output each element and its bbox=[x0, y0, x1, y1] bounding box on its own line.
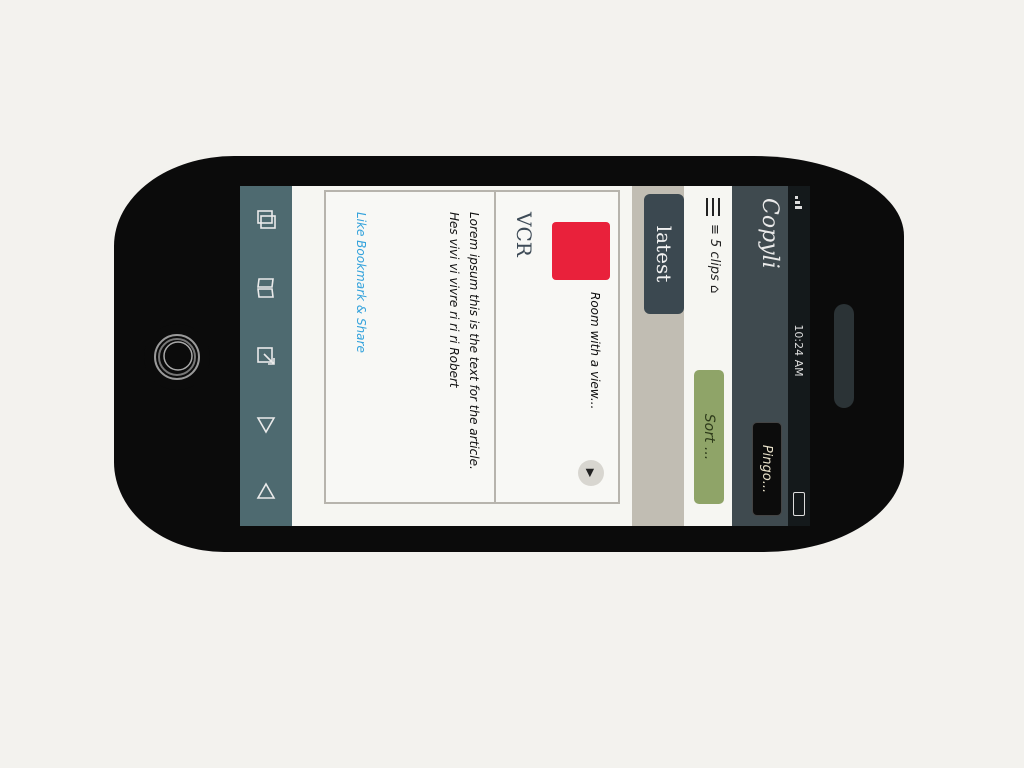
tab-latest[interactable]: latest bbox=[644, 194, 684, 314]
battery-icon bbox=[793, 492, 805, 516]
status-bar: 10:24 AM bbox=[788, 186, 810, 526]
back-icon[interactable] bbox=[253, 479, 279, 505]
status-time: 10:24 AM bbox=[792, 324, 806, 377]
article-headline[interactable]: Room with a view... bbox=[586, 292, 604, 432]
copy-icon[interactable] bbox=[253, 207, 279, 233]
sort-button[interactable]: Sort ... bbox=[694, 370, 724, 504]
app-title: Copyli bbox=[757, 198, 782, 269]
card-header: Room with a view... ▶ VCR bbox=[494, 192, 618, 502]
content-area: Room with a view... ▶ VCR Lorem ipsum th… bbox=[292, 186, 632, 526]
article-source: VCR bbox=[512, 212, 536, 257]
speaker-grille bbox=[834, 304, 854, 408]
play-icon[interactable]: ▶ bbox=[578, 460, 604, 486]
book-icon[interactable] bbox=[253, 275, 279, 301]
article-card[interactable]: Room with a view... ▶ VCR Lorem ipsum th… bbox=[324, 190, 620, 504]
tab-strip: latest bbox=[632, 186, 684, 526]
home-button[interactable] bbox=[144, 324, 210, 390]
navbar-action-button[interactable]: Pingo... bbox=[752, 422, 782, 516]
share-icon[interactable] bbox=[253, 343, 279, 369]
clip-count-text: ≡ 5 clips ⌂ bbox=[707, 224, 722, 294]
article-thumbnail[interactable] bbox=[552, 222, 610, 280]
article-body: Lorem ipsum this is the text for the art… bbox=[447, 212, 481, 470]
app-view: 10:24 AM Copyli Pingo... ≡ 5 clips ⌂ Sor… bbox=[240, 186, 810, 526]
bottom-tab-bar bbox=[240, 186, 292, 526]
navigation-bar: 10:24 AM Copyli Pingo... bbox=[732, 186, 810, 526]
phone-screen: 10:24 AM Copyli Pingo... ≡ 5 clips ⌂ Sor… bbox=[240, 186, 810, 526]
menu-icon[interactable] bbox=[704, 198, 720, 216]
signal-icon bbox=[795, 196, 803, 209]
home-button-icon bbox=[154, 334, 200, 380]
sub-navigation: ≡ 5 clips ⌂ Sort ... bbox=[684, 186, 732, 526]
play-tab-icon[interactable] bbox=[253, 411, 279, 437]
article-actions[interactable]: Like Bookmark & Share bbox=[354, 212, 368, 482]
